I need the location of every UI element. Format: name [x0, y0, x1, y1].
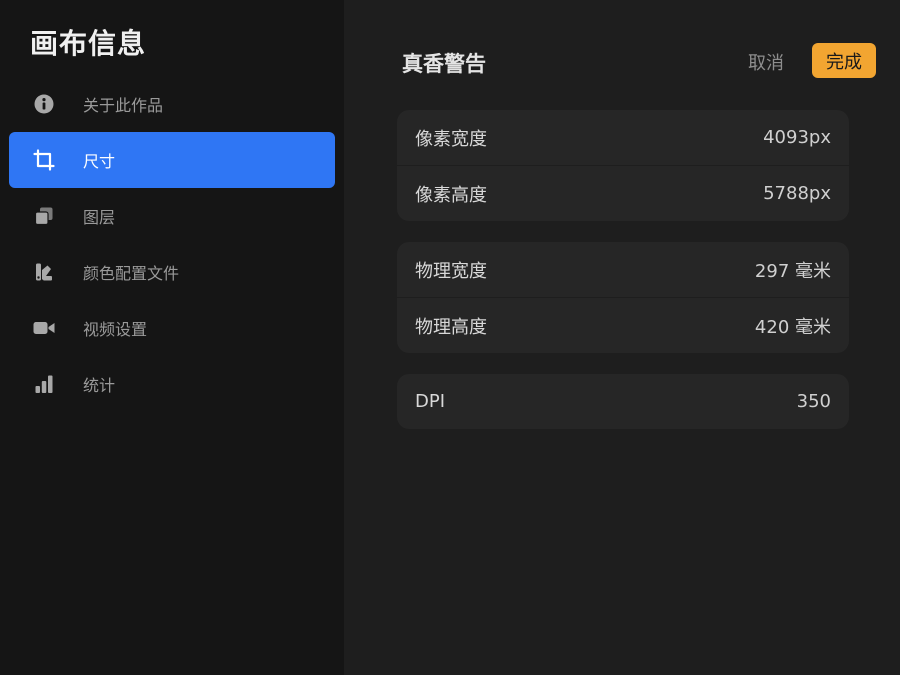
- pixel-height-row[interactable]: 像素高度 5788px: [397, 166, 849, 221]
- dpi-value[interactable]: 350: [797, 391, 831, 412]
- pixel-width-row[interactable]: 像素宽度 4093px: [397, 110, 849, 166]
- app-window: 画布信息 关于此作品 尺寸 图层 颜色配置文件 视频设置 统计 真香警告 取消 …: [0, 0, 900, 675]
- physical-width-row[interactable]: 物理宽度 297 毫米: [397, 242, 849, 298]
- sidebar-item-about[interactable]: 关于此作品: [9, 76, 335, 132]
- sidebar-title: 画布信息: [30, 27, 147, 60]
- physical-dimensions-group: 物理宽度 297 毫米 物理高度 420 毫米: [397, 242, 849, 353]
- sidebar-item-label: 统计: [83, 376, 116, 395]
- dpi-row[interactable]: DPI 350: [397, 374, 849, 429]
- sidebar-item-dimensions[interactable]: 尺寸: [9, 132, 335, 188]
- physical-height-value[interactable]: 420 毫米: [755, 313, 831, 339]
- main-panel: 真香警告 取消 完成 像素宽度 4093px 像素高度 5788px 物理宽度 …: [344, 0, 900, 675]
- dpi-group: DPI 350: [397, 374, 849, 429]
- cancel-button[interactable]: 取消: [748, 49, 784, 75]
- sidebar-item-video-settings[interactable]: 视频设置: [9, 300, 335, 356]
- physical-height-row[interactable]: 物理高度 420 毫米: [397, 298, 849, 353]
- page-title: 真香警告: [402, 52, 486, 76]
- sidebar: 画布信息 关于此作品 尺寸 图层 颜色配置文件 视频设置 统计: [0, 0, 344, 675]
- bar-chart-icon: [33, 373, 55, 395]
- info-icon: [33, 93, 55, 115]
- dpi-label: DPI: [415, 391, 446, 412]
- sidebar-item-layers[interactable]: 图层: [9, 188, 335, 244]
- color-swatch-icon: [33, 261, 55, 283]
- physical-height-label: 物理高度: [415, 316, 487, 338]
- physical-width-label: 物理宽度: [415, 260, 487, 282]
- pixel-height-value[interactable]: 5788px: [763, 183, 831, 204]
- sidebar-item-label: 视频设置: [83, 320, 148, 339]
- video-camera-icon: [33, 317, 55, 339]
- crop-icon: [33, 149, 55, 171]
- pixel-height-label: 像素高度: [415, 184, 487, 206]
- sidebar-item-statistics[interactable]: 统计: [9, 356, 335, 412]
- sidebar-item-label: 图层: [83, 208, 116, 227]
- sidebar-item-color-profile[interactable]: 颜色配置文件: [9, 244, 335, 300]
- sidebar-item-label: 颜色配置文件: [83, 264, 180, 283]
- physical-width-value[interactable]: 297 毫米: [755, 257, 831, 283]
- pixel-width-label: 像素宽度: [415, 128, 487, 150]
- layers-icon: [33, 205, 55, 227]
- pixel-dimensions-group: 像素宽度 4093px 像素高度 5788px: [397, 110, 849, 221]
- sidebar-item-label: 关于此作品: [83, 96, 164, 115]
- done-button[interactable]: 完成: [812, 43, 876, 78]
- sidebar-nav: 关于此作品 尺寸 图层 颜色配置文件 视频设置 统计: [9, 76, 335, 412]
- sidebar-item-label: 尺寸: [83, 152, 116, 171]
- pixel-width-value[interactable]: 4093px: [763, 127, 831, 148]
